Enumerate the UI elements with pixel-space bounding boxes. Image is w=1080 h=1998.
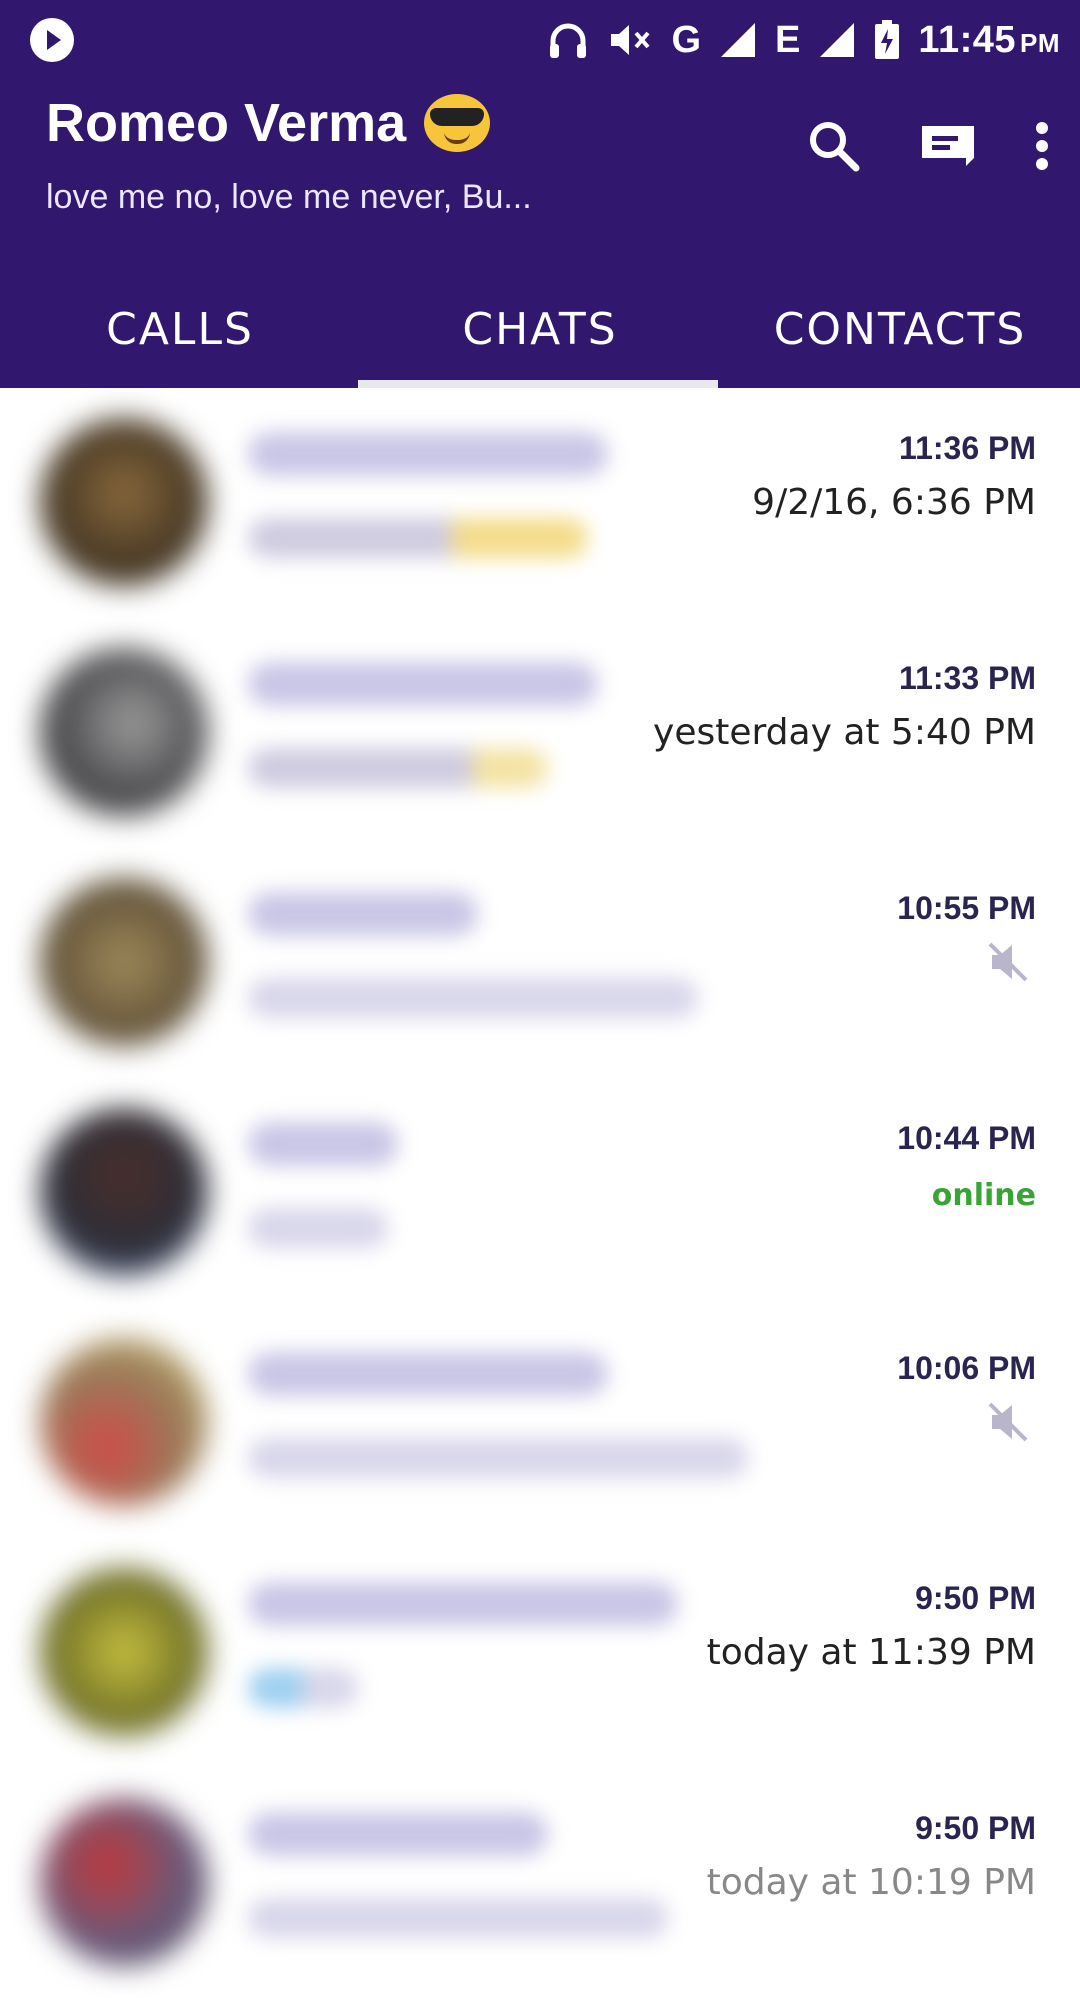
network-g-label: G: [671, 18, 702, 61]
chat-last-seen: yesterday at 5:40 PM: [653, 712, 1036, 753]
profile-status: love me no, love me never, Bu...: [46, 178, 532, 216]
status-icons: G E 11:45 PM: [545, 14, 1060, 66]
network-e-label: E: [775, 18, 801, 61]
status-ampm: PM: [1020, 27, 1060, 58]
profile-name-text: Romeo Verma: [46, 93, 407, 153]
contact-name-redacted: [248, 662, 598, 706]
status-bar: G E 11:45 PM: [0, 0, 1080, 80]
contact-name-redacted: [248, 1122, 398, 1166]
message-preview-redacted: [248, 1668, 358, 1708]
tab-contacts[interactable]: CONTACTS: [720, 270, 1080, 388]
tab-calls[interactable]: CALLS: [0, 270, 360, 388]
profile-name[interactable]: Romeo Verma: [46, 92, 491, 154]
message-preview-redacted: [248, 518, 588, 558]
muted-speaker-icon: [986, 940, 1030, 989]
app-bar: G E 11:45 PM Romeo Verma love me no, love…: [0, 0, 1080, 388]
contact-name-redacted: [248, 892, 478, 936]
signal-icon: [719, 21, 757, 59]
chat-time: 9:50 PM: [915, 1580, 1036, 1616]
volume-muted-icon: [609, 20, 653, 60]
avatar: [40, 1338, 208, 1506]
toolbar-actions: [806, 118, 1050, 174]
chat-row[interactable]: 11:33 PM yesterday at 5:40 PM: [0, 618, 1080, 848]
battery-charging-icon: [874, 20, 900, 60]
signal-icon: [818, 21, 856, 59]
chat-last-seen: today at 10:19 PM: [706, 1862, 1036, 1903]
tab-chats[interactable]: CHATS: [360, 270, 720, 388]
search-icon[interactable]: [806, 118, 862, 174]
chat-list: 11:36 PM 9/2/16, 6:36 PM 11:33 PM yester…: [0, 388, 1080, 1998]
chat-row[interactable]: 9:50 PM today at 11:39 PM: [0, 1538, 1080, 1768]
chat-time: 11:36 PM: [899, 430, 1036, 466]
online-status: online: [931, 1178, 1036, 1213]
chat-row[interactable]: 10:55 PM: [0, 848, 1080, 1078]
app-play-icon: [30, 18, 74, 62]
chat-row[interactable]: 11:36 PM 9/2/16, 6:36 PM: [0, 388, 1080, 618]
chat-time: 10:06 PM: [897, 1350, 1036, 1386]
contact-name-redacted: [248, 1582, 678, 1626]
avatar: [40, 1568, 208, 1736]
status-time: 11:45 PM: [918, 19, 1060, 62]
tab-bar: CALLS CHATS CONTACTS: [0, 270, 1080, 388]
message-preview-redacted: [248, 748, 548, 788]
message-preview-redacted: [248, 1898, 668, 1938]
avatar: [40, 418, 208, 586]
chat-time: 10:44 PM: [897, 1120, 1036, 1156]
chat-time: 10:55 PM: [897, 890, 1036, 926]
status-time-value: 11:45: [918, 18, 1016, 61]
message-preview-redacted: [248, 978, 698, 1018]
headphones-icon: [545, 17, 591, 63]
contact-name-redacted: [248, 1812, 548, 1856]
muted-speaker-icon: [986, 1400, 1030, 1449]
avatar: [40, 648, 208, 816]
sunglasses-emoji-icon: [424, 94, 491, 152]
chat-time: 9:50 PM: [915, 1810, 1036, 1846]
chat-row[interactable]: 10:06 PM: [0, 1308, 1080, 1538]
avatar: [40, 1108, 208, 1276]
chat-last-seen: 9/2/16, 6:36 PM: [752, 482, 1036, 523]
message-preview-redacted: [248, 1208, 388, 1248]
contact-name-redacted: [248, 432, 608, 476]
tab-indicator: [358, 380, 718, 388]
chat-row[interactable]: 9:50 PM today at 10:19 PM: [0, 1768, 1080, 1998]
contact-name-redacted: [248, 1352, 608, 1396]
chat-time: 11:33 PM: [899, 660, 1036, 696]
message-icon[interactable]: [918, 122, 978, 170]
message-preview-redacted: [248, 1438, 748, 1478]
avatar: [40, 1798, 208, 1966]
avatar: [40, 878, 208, 1046]
more-vert-icon[interactable]: [1034, 120, 1050, 172]
chat-last-seen: today at 11:39 PM: [706, 1632, 1036, 1673]
chat-row[interactable]: 10:44 PM online: [0, 1078, 1080, 1308]
